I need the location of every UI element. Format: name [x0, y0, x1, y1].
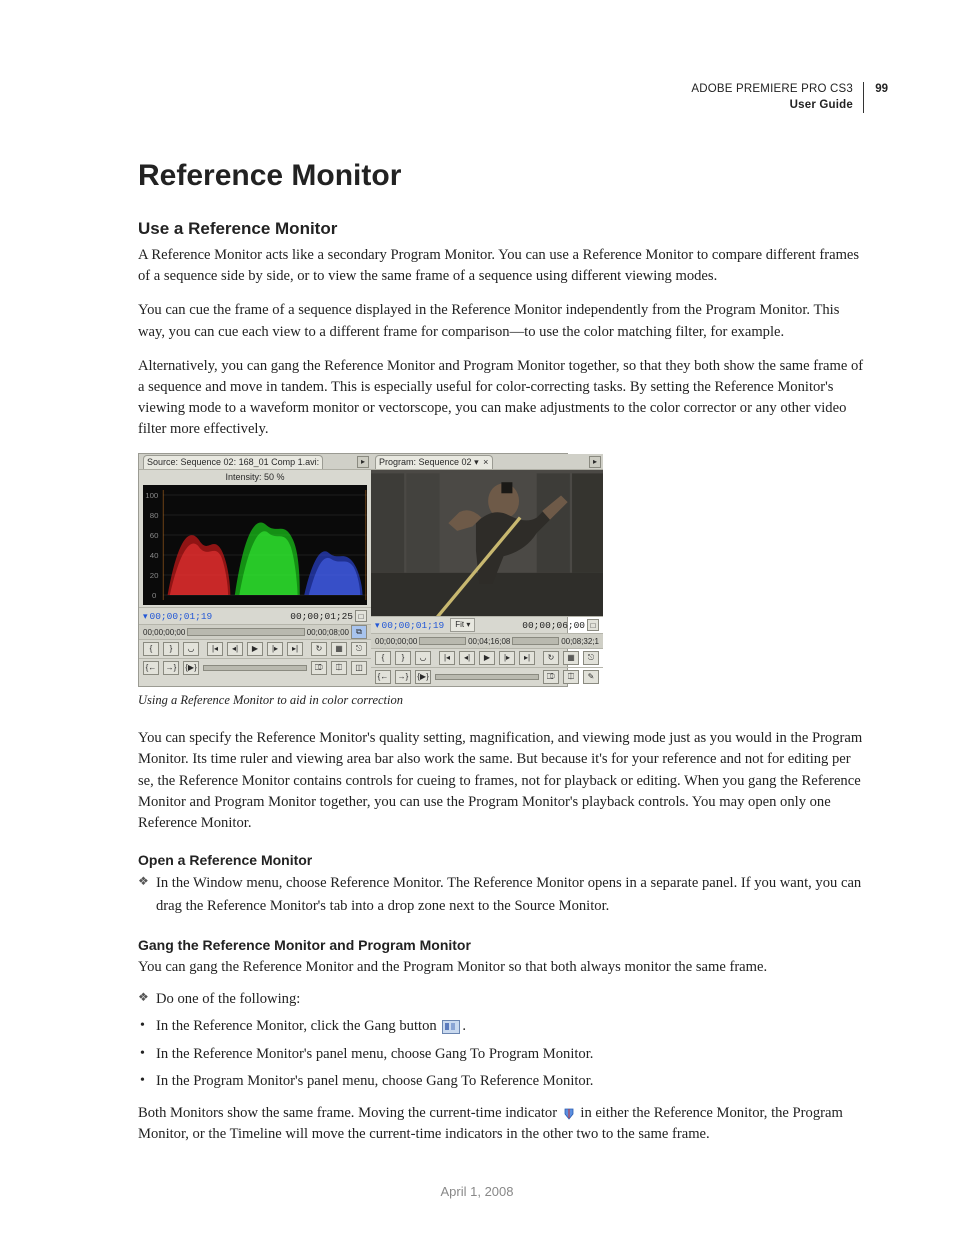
- lift-icon[interactable]: ⎄: [311, 661, 327, 675]
- product-name: ADOBE PREMIERE PRO CS3: [691, 82, 864, 98]
- sub-heading: Gang the Reference Monitor and Program M…: [138, 937, 864, 953]
- go-to-in-icon[interactable]: |◂: [439, 651, 455, 665]
- goto-next-icon[interactable]: →}: [163, 661, 179, 675]
- sub-heading: Open a Reference Monitor: [138, 852, 864, 868]
- page-title: Reference Monitor: [138, 159, 864, 193]
- body-paragraph: A Reference Monitor acts like a secondar…: [138, 245, 864, 287]
- transport-controls: { } ◡ |◂ ◂| ▶ |▸ ▸| ↻ ▦ ⎋: [371, 648, 603, 667]
- zoom-icon[interactable]: □: [355, 610, 367, 622]
- body-paragraph: Alternatively, you can gang the Referenc…: [138, 356, 864, 441]
- step-back-icon[interactable]: ◂|: [459, 651, 475, 665]
- running-header: 99 ADOBE PREMIERE PRO CS3 User Guide: [138, 82, 864, 113]
- body-paragraph: You can specify the Reference Monitor's …: [138, 728, 864, 834]
- list-item: In the Reference Monitor, click the Gang…: [138, 1015, 864, 1038]
- footer-date: April 1, 2008: [0, 1184, 954, 1199]
- safe-margins-icon[interactable]: ▦: [563, 651, 579, 665]
- output-icon[interactable]: ⎋: [351, 642, 367, 656]
- left-duration-timecode: 00;00;01;25: [290, 611, 353, 622]
- figure-screenshot: Source: Sequence 02: 168_01 Comp 1.avi: …: [138, 453, 568, 687]
- section-heading: Use a Reference Monitor: [138, 219, 864, 239]
- figure-caption: Using a Reference Monitor to aid in colo…: [138, 693, 864, 708]
- rgb-parade-scope: 100 80 60 40 20 0: [143, 485, 367, 605]
- svg-text:80: 80: [150, 512, 159, 520]
- step-back-icon[interactable]: ◂|: [227, 642, 243, 656]
- list-lead: Do one of the following:: [138, 988, 864, 1011]
- body-paragraph: You can gang the Reference Monitor and t…: [138, 957, 864, 978]
- marker-icon[interactable]: ◡: [183, 642, 199, 656]
- set-out-icon[interactable]: }: [163, 642, 179, 656]
- cti-marker-icon: ▾: [375, 620, 380, 631]
- step-fwd-icon[interactable]: |▸: [267, 642, 283, 656]
- set-in-icon[interactable]: {: [375, 651, 391, 665]
- viewing-area-bar[interactable]: [512, 637, 559, 645]
- right-cti-timecode[interactable]: 00;00;01;19: [382, 620, 445, 631]
- goto-prev-icon[interactable]: {←: [375, 670, 391, 684]
- loop-icon[interactable]: ↻: [311, 642, 327, 656]
- program-tab[interactable]: Program: Sequence 02 ▾ ×: [375, 455, 493, 469]
- go-to-in-icon[interactable]: |◂: [207, 642, 223, 656]
- set-out-icon[interactable]: }: [395, 651, 411, 665]
- gang-toggle-icon[interactable]: ⧉: [351, 625, 367, 639]
- viewing-area-bar[interactable]: [187, 628, 304, 636]
- close-icon[interactable]: ×: [483, 456, 488, 469]
- panel-menu-icon[interactable]: ▸: [357, 456, 369, 468]
- source-monitor-pane: Source: Sequence 02: 168_01 Comp 1.avi: …: [139, 454, 371, 686]
- jog-bar[interactable]: [203, 665, 307, 671]
- marker-icon[interactable]: ◡: [415, 651, 431, 665]
- play-inout-icon[interactable]: {▶}: [415, 670, 431, 684]
- goto-next-icon[interactable]: →}: [395, 670, 411, 684]
- zoom-level-dropdown[interactable]: Fit ▾: [450, 618, 475, 632]
- guide-name: User Guide: [790, 98, 864, 114]
- play-inout-icon[interactable]: {▶}: [183, 661, 199, 675]
- list-item: In the Program Monitor's panel menu, cho…: [138, 1070, 864, 1093]
- trim-icon[interactable]: ◫: [351, 661, 367, 675]
- program-tab-label: Program: Sequence 02: [379, 457, 472, 467]
- list-item: In the Window menu, choose Reference Mon…: [138, 872, 864, 919]
- lift-icon[interactable]: ⎄: [543, 670, 559, 684]
- play-icon[interactable]: ▶: [247, 642, 263, 656]
- extract-icon[interactable]: ⎅: [331, 661, 347, 675]
- intensity-readout: Intensity: 50 %: [139, 470, 371, 483]
- svg-text:60: 60: [150, 532, 159, 540]
- panel-menu-icon[interactable]: ▸: [589, 456, 601, 468]
- source-tab[interactable]: Source: Sequence 02: 168_01 Comp 1.avi: …: [143, 455, 323, 469]
- jog-bar[interactable]: [435, 674, 539, 680]
- play-icon[interactable]: ▶: [479, 651, 495, 665]
- body-paragraph: You can cue the frame of a sequence disp…: [138, 300, 864, 342]
- export-frame-icon[interactable]: ✎: [583, 670, 599, 684]
- extract-icon[interactable]: ⎅: [563, 670, 579, 684]
- gang-button-icon: [442, 1020, 460, 1034]
- go-to-out-icon[interactable]: ▸|: [287, 642, 303, 656]
- loop-icon[interactable]: ↻: [543, 651, 559, 665]
- cti-indicator-icon: [563, 1107, 575, 1121]
- source-tab-label: Source: Sequence 02: 168_01 Comp 1.avi: …: [147, 457, 323, 467]
- left-cti-timecode[interactable]: 00;00;01;19: [150, 611, 213, 622]
- svg-text:40: 40: [150, 552, 159, 560]
- body-paragraph: Both Monitors show the same frame. Movin…: [138, 1103, 864, 1145]
- set-in-icon[interactable]: {: [143, 642, 159, 656]
- go-to-out-icon[interactable]: ▸|: [519, 651, 535, 665]
- page-number: 99: [875, 82, 888, 98]
- goto-prev-icon[interactable]: {←: [143, 661, 159, 675]
- output-icon[interactable]: ⎋: [583, 651, 599, 665]
- right-duration-timecode: 00;00;06;00: [522, 620, 585, 631]
- viewing-area-bar[interactable]: [419, 637, 466, 645]
- zoom-icon[interactable]: □: [587, 619, 599, 631]
- program-monitor-pane: Program: Sequence 02 ▾ × ▸: [371, 454, 603, 686]
- transport-controls: { } ◡ |◂ ◂| ▶ |▸ ▸| ↻ ▦ ⎋: [139, 639, 371, 658]
- step-fwd-icon[interactable]: |▸: [499, 651, 515, 665]
- svg-text:20: 20: [150, 572, 159, 580]
- cti-marker-icon: ▾: [143, 611, 148, 622]
- svg-text:0: 0: [152, 592, 156, 600]
- dropdown-icon[interactable]: ▾: [474, 457, 479, 467]
- svg-text:100: 100: [145, 492, 158, 500]
- safe-margins-icon[interactable]: ▦: [331, 642, 347, 656]
- video-frame: [371, 470, 603, 616]
- list-item: In the Reference Monitor's panel menu, c…: [138, 1043, 864, 1066]
